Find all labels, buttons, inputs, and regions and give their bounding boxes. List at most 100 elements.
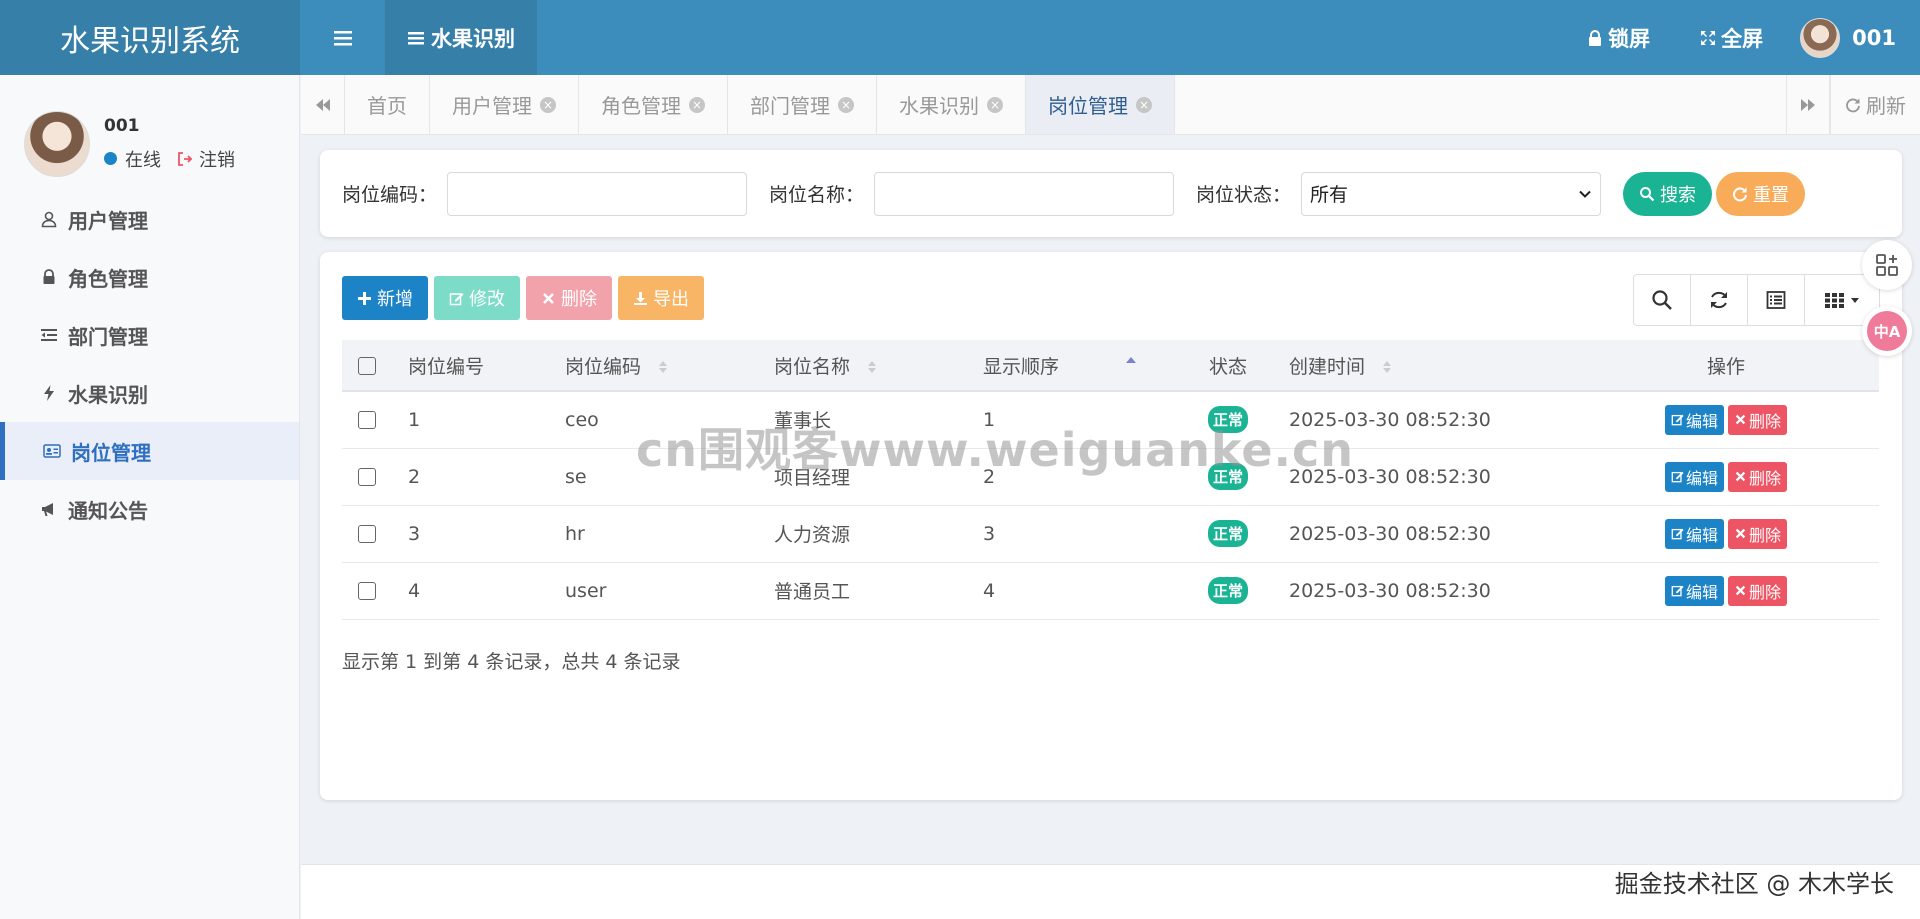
tabs-scroll-right-button[interactable]	[1786, 75, 1830, 134]
edit-icon	[449, 292, 464, 305]
refresh-tab-label: 刷新	[1866, 94, 1906, 118]
sidebar-item-label: 角色管理	[68, 266, 148, 291]
post-status-select[interactable]: 所有	[1301, 171, 1602, 216]
row-checkbox[interactable]	[358, 525, 376, 543]
row-delete-button[interactable]: 删除	[1728, 518, 1788, 549]
search-button[interactable]: 搜索	[1623, 171, 1713, 216]
row-edit-button[interactable]: 编辑	[1664, 575, 1724, 606]
row-delete-button[interactable]: 删除	[1728, 575, 1788, 606]
table-header-row: 岗位编号 岗位编码 岗位名称 显示顺序 状态 创建时间 操作	[342, 340, 1879, 392]
edit-icon	[1671, 585, 1684, 597]
online-status-label: 在线	[125, 149, 161, 171]
tab-user-management[interactable]: 用户管理 ×	[430, 75, 579, 134]
row-edit-button[interactable]: 编辑	[1664, 461, 1724, 492]
toggle-view-button[interactable]	[1748, 275, 1805, 325]
tabs-scroll-left-button[interactable]	[301, 75, 345, 134]
fullscreen-label: 全屏	[1721, 26, 1764, 51]
tab-fruit-recognition[interactable]: 水果识别 ×	[877, 75, 1026, 134]
post-id-cell: 3	[408, 505, 565, 563]
apps-float-button[interactable]	[1862, 240, 1912, 290]
sidebar-item-fruit-recognition[interactable]: 水果识别	[0, 364, 299, 422]
toggle-search-button[interactable]	[1634, 275, 1691, 325]
row-checkbox[interactable]	[358, 582, 376, 600]
row-delete-label: 删除	[1749, 525, 1782, 545]
download-icon	[634, 291, 647, 305]
sidebar-item-role-management[interactable]: 角色管理	[0, 248, 299, 306]
tab-role-management[interactable]: 角色管理 ×	[579, 75, 728, 134]
column-header-sortable[interactable]: 创建时间	[1267, 340, 1573, 392]
sidebar-item-label: 用户管理	[68, 208, 148, 233]
sign-out-icon	[178, 151, 193, 166]
tab-label: 水果识别	[899, 94, 979, 118]
row-checkbox[interactable]	[358, 468, 376, 486]
sidebar-item-notice[interactable]: 通知公告	[0, 480, 299, 538]
close-icon[interactable]: ×	[1136, 96, 1152, 113]
post-id-cell: 1	[408, 391, 565, 449]
table-tools	[1633, 274, 1880, 326]
edit-icon	[1671, 414, 1684, 426]
id-card-icon	[43, 444, 61, 458]
close-icon[interactable]: ×	[540, 96, 556, 113]
sidebar-item-user-management[interactable]: 用户管理	[0, 190, 299, 248]
reset-button[interactable]: 重置	[1716, 171, 1806, 216]
column-header-sortable[interactable]: 显示顺序	[983, 340, 1189, 392]
tab-home[interactable]: 首页	[345, 75, 430, 134]
row-delete-label: 删除	[1749, 582, 1782, 602]
th-icon	[1825, 293, 1844, 308]
app-title: 水果识别系统	[0, 0, 300, 75]
menu-toggle-button[interactable]	[300, 0, 385, 75]
add-button[interactable]: 新增	[342, 276, 428, 320]
tab-label: 首页	[367, 94, 407, 118]
apps-add-icon	[1876, 254, 1898, 276]
bolt-icon	[44, 385, 54, 401]
search-button-label: 搜索	[1660, 184, 1697, 206]
column-header-sortable[interactable]: 岗位名称	[774, 340, 983, 392]
current-module[interactable]: 水果识别	[385, 0, 537, 75]
post-order-cell: 3	[983, 505, 1189, 563]
sidebar-item-post-management[interactable]: 岗位管理	[0, 422, 299, 480]
column-header: 岗位编号	[408, 355, 485, 378]
column-header: 岗位编码	[565, 355, 642, 378]
row-delete-button[interactable]: 删除	[1728, 461, 1788, 492]
reset-button-label: 重置	[1753, 184, 1790, 206]
tab-department-management[interactable]: 部门管理 ×	[728, 75, 877, 134]
sidebar: 001 在线 注销 用户管理 角色管理 部门管理 水果识别 岗位管理 通知公告	[0, 75, 300, 919]
row-delete-button[interactable]: 删除	[1728, 404, 1788, 435]
column-header-sortable[interactable]: 岗位编码	[565, 340, 774, 392]
list-icon	[408, 31, 424, 44]
search-icon	[1652, 290, 1672, 310]
refresh-table-button[interactable]	[1691, 275, 1748, 325]
sidebar-item-department-management[interactable]: 部门管理	[0, 306, 299, 364]
refresh-icon	[1711, 291, 1727, 309]
tab-label: 用户管理	[452, 94, 532, 118]
user-menu[interactable]: 001	[1788, 0, 1920, 75]
post-name-input[interactable]	[874, 171, 1175, 216]
avatar	[1800, 17, 1841, 58]
row-edit-button[interactable]: 编辑	[1664, 518, 1724, 549]
post-code-cell: hr	[565, 505, 774, 563]
translate-float-button[interactable]: 中A	[1862, 306, 1912, 356]
post-name-label: 岗位名称：	[769, 184, 865, 206]
row-edit-label: 编辑	[1685, 411, 1718, 431]
fullscreen-button[interactable]: 全屏	[1675, 0, 1788, 75]
refresh-tab-button[interactable]: 刷新	[1830, 75, 1920, 134]
close-icon[interactable]: ×	[987, 96, 1003, 113]
logout-link[interactable]: 注销	[177, 146, 235, 172]
export-button[interactable]: 导出	[618, 276, 704, 320]
select-all-checkbox[interactable]	[358, 356, 376, 375]
row-edit-button[interactable]: 编辑	[1664, 404, 1724, 435]
times-icon	[1735, 585, 1746, 596]
lock-screen-button[interactable]: 锁屏	[1562, 0, 1675, 75]
tab-bar: 首页 用户管理 × 角色管理 × 部门管理 × 水果识别 × 岗位管理 × 刷新	[301, 75, 1920, 135]
tab-post-management[interactable]: 岗位管理 ×	[1026, 75, 1175, 134]
column-header: 状态	[1208, 355, 1247, 378]
close-icon[interactable]: ×	[689, 96, 705, 113]
row-checkbox[interactable]	[358, 411, 376, 430]
top-header: 水果识别系统 水果识别 锁屏 全屏 001	[0, 0, 1920, 75]
post-code-input[interactable]	[447, 171, 748, 216]
post-name-cell: 普通员工	[774, 562, 983, 620]
close-icon[interactable]: ×	[838, 96, 854, 113]
created-time-cell: 2025-03-30 08:52:30	[1267, 505, 1573, 563]
delete-button[interactable]: 删除	[526, 276, 612, 320]
edit-button[interactable]: 修改	[434, 276, 520, 320]
